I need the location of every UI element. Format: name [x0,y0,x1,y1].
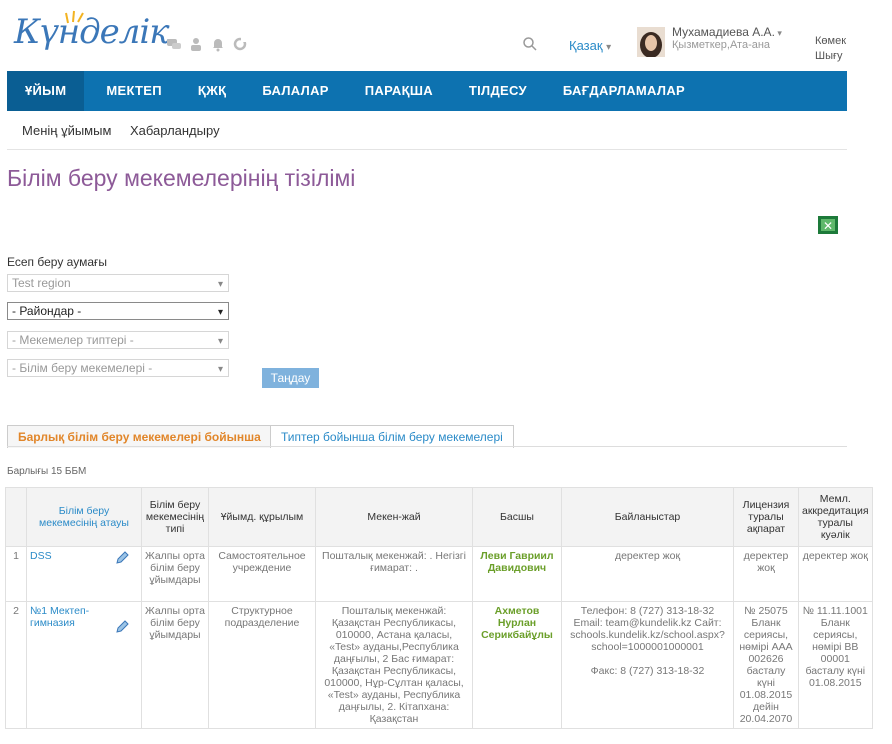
institutions-table: Білім беру мекемесінің атауы Білім беру … [5,487,873,729]
avatar[interactable] [637,27,665,57]
institution-structure: Самостоятельное учреждение [208,546,316,602]
institution-name-link[interactable]: №1 Мектеп-гимназия [30,605,98,629]
contacts-fax: Факс: 8 (727) 313-18-32 [590,665,705,677]
chevron-down-icon: ▾ [217,307,223,318]
col-contacts: Байланыстар [561,487,734,547]
institution-accreditation: № 11.11.1001 Бланк сериясы, нөмірі ВВ 00… [798,601,873,729]
nav-children[interactable]: БАЛАЛАР [244,71,346,111]
nav-page[interactable]: ПАРАҚША [347,71,451,111]
main-nav: ҰЙЫМ МЕКТЕП ҚЖҚ БАЛАЛАР ПАРАҚША ТІЛДЕСУ … [7,71,847,111]
region-label: Есеп беру аумағы [7,255,107,269]
search-icon[interactable] [522,36,538,52]
institution-contacts: Телефон: 8 (727) 313-18-32 Email: team@k… [561,601,734,729]
nav-organization[interactable]: ҰЙЫМ [7,71,85,111]
district-select[interactable]: - Райондар - ▾ [7,302,229,320]
col-type: Білім беру мекемесінің типі [141,487,209,547]
page-title: Білім беру мекемелерінің тізілімі [7,165,356,191]
user-icon[interactable] [188,36,204,52]
contacts-info: Телефон: 8 (727) 313-18-32 Email: team@k… [570,605,725,653]
institution-license: деректер жоқ [733,546,799,602]
row-number: 2 [5,601,27,729]
col-accreditation: Мемл. аккредитация туралы куәлік [798,487,873,547]
institution-head[interactable]: Леви Гавриил Давидович [472,546,562,602]
pencil-icon[interactable] [114,550,130,566]
total-count: Барлығы 15 ББМ [7,466,87,477]
nav-programs[interactable]: БАҒДАРЛАМАЛАР [545,71,703,111]
chevron-down-icon: ▾ [606,42,612,53]
col-num [5,487,27,547]
excel-export-icon[interactable]: ✕ [817,215,839,235]
row-number: 1 [5,546,27,602]
subnav-announcements[interactable]: Хабарландыру [130,123,220,138]
help-link[interactable]: Көмек [815,35,846,47]
pencil-icon[interactable] [114,619,130,635]
sub-nav: Менің ұйымым Хабарландыру [7,111,847,150]
type-select[interactable]: - Мекемелер типтері - ▾ [7,331,229,349]
chat-icon[interactable] [166,36,182,52]
tab-divider [7,446,847,447]
bell-icon[interactable] [210,36,226,52]
col-name[interactable]: Білім беру мекемесінің атауы [26,487,142,547]
table-row: 1 DSS Жалпы орта білім беру ұйымдары Сам… [5,546,873,602]
institution-address: Пошталық мекенжай: Қазақстан Республикас… [315,601,473,729]
institution-license: № 25075 Бланк сериясы, нөмірі ААА 002626… [733,601,799,729]
language-selector[interactable]: Қазақ ▾ [569,38,611,53]
header-icons [166,36,248,52]
subnav-my-organization[interactable]: Менің ұйымым [22,123,111,138]
nav-kzhk[interactable]: ҚЖҚ [180,71,245,111]
refresh-icon[interactable] [232,36,248,52]
col-address: Мекен-жай [315,487,473,547]
nav-chat[interactable]: ТІЛДЕСУ [451,71,545,111]
institution-address: Пошталық мекенжай: . Негізгі ғимарат: . [315,546,473,602]
logo-rays-icon [65,10,84,24]
col-license: Лицензия туралы ақпарат [733,487,799,547]
svg-text:✕: ✕ [823,219,833,233]
chevron-down-icon: ▾ [217,336,223,347]
language-label: Қазақ [569,38,603,53]
col-head: Басшы [472,487,562,547]
chevron-down-icon: ▾ [217,364,223,375]
table-header-row: Білім беру мекемесінің атауы Білім беру … [5,487,873,547]
col-structure: Ұйымд. құрылым [208,487,316,547]
user-name[interactable]: Мухамадиева А.А. ▾ [672,25,782,39]
choose-button[interactable]: Таңдау [262,368,319,388]
user-role: Қызметкер,Ата-ана [672,39,771,51]
table-row: 2 №1 Мектеп-гимназия Жалпы орта білім бе… [5,601,873,729]
institution-structure: Структурное подразделение [208,601,316,729]
region-select[interactable]: Test region ▾ [7,274,229,292]
tab-by-type[interactable]: Типтер бойынша білім беру мекемелері [270,425,514,448]
institution-name-cell: DSS [26,546,142,602]
chevron-down-icon: ▾ [217,279,223,290]
institution-contacts: деректер жоқ [561,546,734,602]
institution-name-link[interactable]: DSS [30,550,52,562]
tab-all-institutions[interactable]: Барлық білім беру мекемелері бойынша [7,425,272,448]
school-select[interactable]: - Білім беру мекемелері - ▾ [7,359,229,377]
institution-type: Жалпы орта білім беру ұйымдары [141,546,209,602]
logout-link[interactable]: Шығу [815,50,843,62]
institution-accreditation: деректер жоқ [798,546,873,602]
logo[interactable]: Күнделік [14,12,170,52]
nav-school[interactable]: МЕКТЕП [84,71,180,111]
chevron-down-icon: ▾ [774,28,782,38]
institution-type: Жалпы орта білім беру ұйымдары [141,601,209,729]
institution-head[interactable]: Ахметов Нурлан Серикбайұлы [472,601,562,729]
institution-name-cell: №1 Мектеп-гимназия [26,601,142,729]
